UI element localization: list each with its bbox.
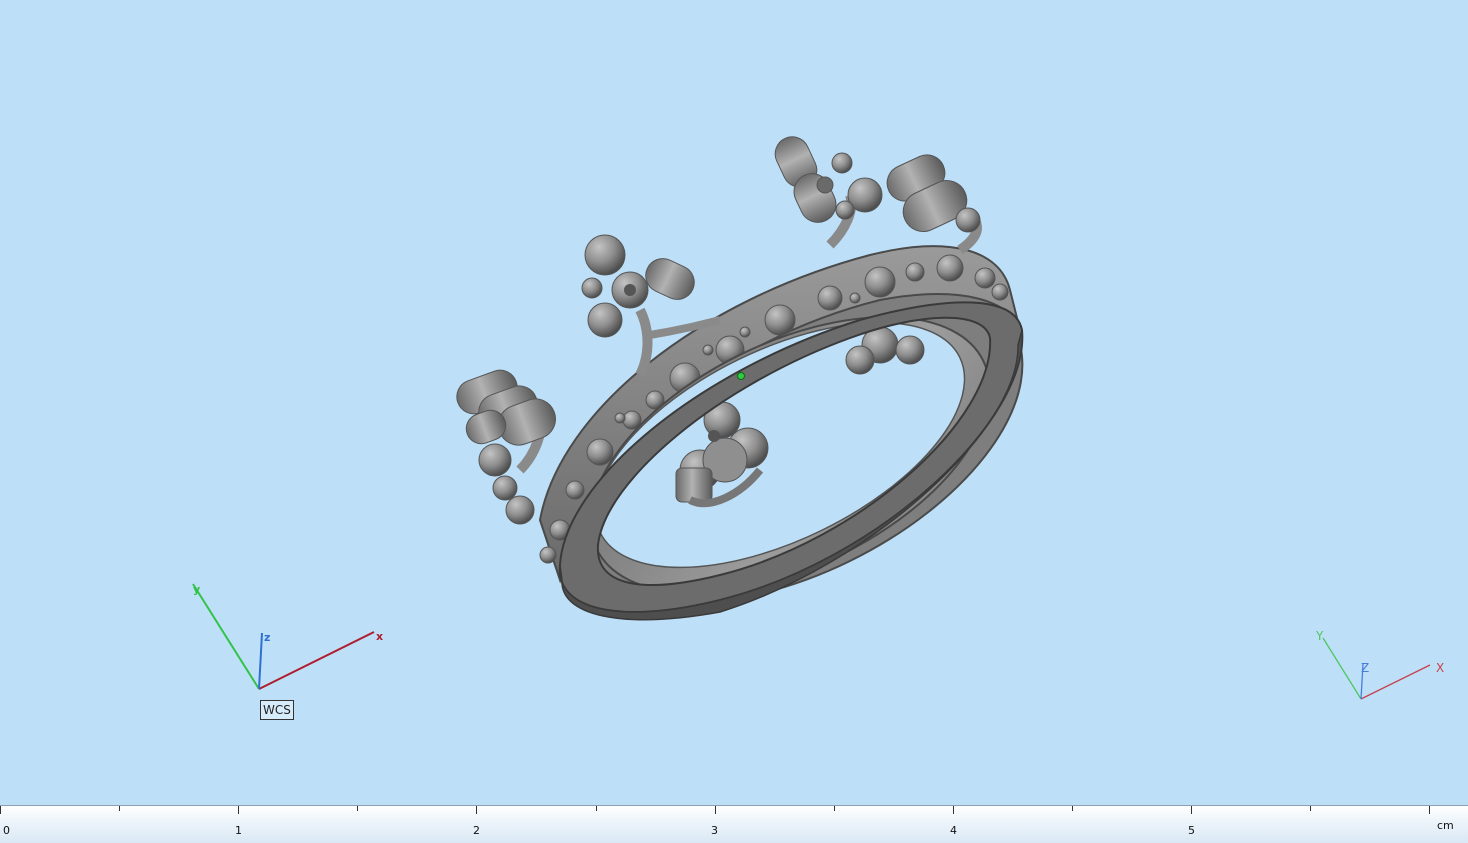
view-x-axis (1360, 664, 1431, 700)
ruler-label-0: 0 (3, 824, 10, 837)
fleur-top (774, 136, 883, 249)
world-x-axis (258, 631, 375, 690)
ruler-unit: cm (1437, 819, 1454, 832)
model-scene[interactable] (0, 0, 1468, 805)
wcs-caption: WCS (260, 700, 294, 720)
world-axis-triad (192, 583, 375, 690)
ruler-label-2: 2 (473, 824, 480, 837)
world-y-axis (192, 583, 260, 690)
ruler-label-1: 1 (235, 824, 242, 837)
crown-ring-model[interactable] (452, 131, 1074, 671)
world-y-label: y (193, 583, 201, 596)
bottom-ruler: 0 1 2 3 4 5 cm (0, 805, 1468, 843)
selection-marker[interactable] (737, 372, 745, 380)
view-x-label: X (1436, 661, 1445, 675)
ruler-label-3: 3 (711, 824, 718, 837)
world-z-axis (258, 632, 263, 690)
ruler-label-5: 5 (1188, 824, 1195, 837)
world-x-label: x (376, 630, 384, 643)
ruler-label-4: 4 (950, 824, 957, 837)
view-axis-triad (1322, 637, 1431, 700)
fleur-right (886, 154, 982, 255)
ruler-ticks (0, 806, 1430, 814)
3d-viewport[interactable]: x y z WCS X Y Z (0, 0, 1468, 805)
view-z-label: Z (1361, 661, 1370, 675)
world-z-label: z (264, 631, 271, 644)
view-y-axis (1322, 637, 1362, 700)
view-y-label: Y (1316, 629, 1324, 643)
